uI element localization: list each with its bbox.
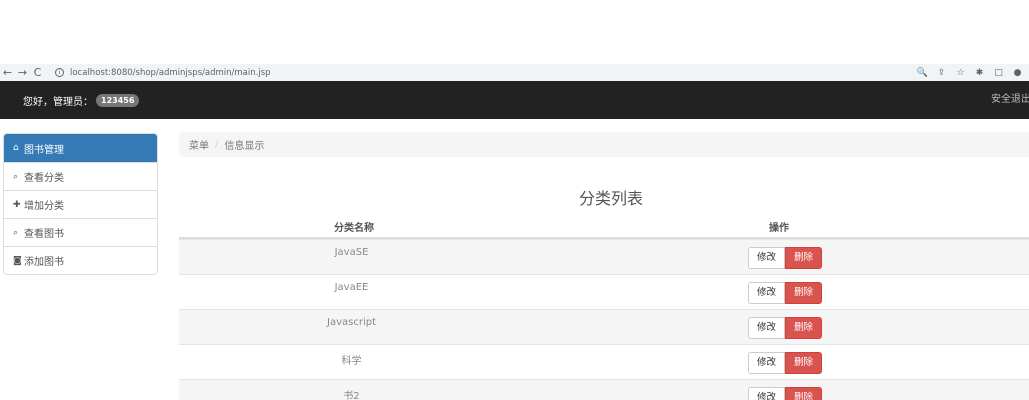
row-actions: 修改 删除 (524, 380, 1029, 400)
greeting: 您好，管理员： 123456 (23, 81, 140, 119)
profile-icon[interactable]: ● (1008, 68, 1027, 78)
delete-button[interactable]: 删除 (785, 282, 822, 304)
reload-icon[interactable]: C (30, 64, 45, 81)
category-name: 书2 (343, 391, 360, 400)
delete-button[interactable]: 删除 (785, 247, 822, 269)
info-icon[interactable]: i (55, 68, 64, 77)
camera-icon: ◙ (13, 255, 22, 266)
search-icon: ⌕ (13, 171, 19, 182)
browser-actions: 🔍 ⇪ ☆ ✱ □ ● (913, 64, 1027, 81)
edit-button[interactable]: 修改 (748, 317, 785, 339)
table-row: Javascript 修改 删除 (179, 309, 1029, 344)
plus-icon: ✚ (13, 199, 21, 210)
sidebar-item-add-category[interactable]: ✚ 增加分类 (4, 190, 157, 218)
category-name: JavaSE (334, 247, 369, 258)
sidebar-item-view-categories[interactable]: ⌕ 查看分类 (4, 162, 157, 190)
header-actions: 操作 (769, 223, 789, 234)
breadcrumb-menu[interactable]: 菜单 (189, 137, 209, 152)
home-icon: ⌂ (13, 143, 19, 153)
category-name: 科学 (341, 356, 362, 367)
sidebar-item-label: 查看图书 (24, 229, 64, 240)
sidebar-item-label: 查看分类 (24, 173, 64, 184)
forward-icon[interactable]: → (15, 64, 30, 81)
username-badge: 123456 (96, 93, 140, 107)
address-bar[interactable]: i localhost:8080/shop/adminjsps/admin/ma… (55, 68, 271, 78)
sidebar-item-label: 增加分类 (24, 201, 64, 212)
sidebar-item-book-management[interactable]: ⌂ 图书管理 (4, 134, 157, 162)
search-icon: ⌕ (13, 227, 19, 238)
page-title: 分类列表 (578, 189, 643, 208)
logout-link[interactable]: 安全退出 (991, 81, 1029, 119)
greeting-text: 您好，管理员： (23, 96, 93, 108)
category-name: Javascript (327, 317, 376, 328)
category-table: 分类名称 操作 JavaSE 修改 删除 JavaEE 修改 删除 Javasc… (179, 216, 1029, 400)
row-actions: 修改 删除 (524, 310, 1029, 345)
edit-button[interactable]: 修改 (748, 352, 785, 374)
sidebar-item-add-book[interactable]: ◙ 添加图书 (4, 246, 157, 274)
header-category-name: 分类名称 (334, 223, 374, 234)
bookmark-star-icon[interactable]: ☆ (951, 68, 970, 78)
side-panel-icon[interactable]: □ (989, 68, 1008, 78)
edit-button[interactable]: 修改 (748, 282, 785, 304)
extensions-icon[interactable]: ✱ (970, 68, 989, 78)
table-row: JavaSE 修改 删除 (179, 239, 1029, 274)
sidebar-item-view-books[interactable]: ⌕ 查看图书 (4, 218, 157, 246)
sidebar: ⌂ 图书管理 ⌕ 查看分类 ✚ 增加分类 ⌕ 查看图书 ◙ 添加图书 (3, 133, 158, 275)
top-navbar: 您好，管理员： 123456 安全退出 (0, 81, 1029, 119)
url-text[interactable]: localhost:8080/shop/adminjsps/admin/main… (70, 68, 271, 78)
row-actions: 修改 删除 (524, 345, 1029, 380)
share-icon[interactable]: ⇪ (932, 68, 951, 78)
browser-toolbar: ← → C i localhost:8080/shop/adminjsps/ad… (0, 64, 1029, 81)
breadcrumb-separator: / (215, 139, 219, 150)
row-actions: 修改 删除 (524, 275, 1029, 310)
table-header: 分类名称 操作 (179, 216, 1029, 239)
zoom-icon[interactable]: 🔍 (913, 68, 932, 78)
back-icon[interactable]: ← (0, 64, 15, 81)
breadcrumb: 菜单 / 信息显示 (179, 132, 1029, 157)
table-row: JavaEE 修改 删除 (179, 274, 1029, 309)
delete-button[interactable]: 删除 (785, 352, 822, 374)
sidebar-item-label: 图书管理 (24, 144, 64, 156)
breadcrumb-current: 信息显示 (224, 141, 265, 152)
table-row: 科学 修改 删除 (179, 344, 1029, 379)
delete-button[interactable]: 删除 (785, 387, 822, 400)
sidebar-item-label: 添加图书 (24, 257, 64, 268)
table-row: 书2 修改 删除 (179, 379, 1029, 400)
edit-button[interactable]: 修改 (748, 387, 785, 400)
delete-button[interactable]: 删除 (785, 317, 822, 339)
row-actions: 修改 删除 (524, 240, 1029, 275)
edit-button[interactable]: 修改 (748, 247, 785, 269)
category-name: JavaEE (334, 282, 369, 293)
